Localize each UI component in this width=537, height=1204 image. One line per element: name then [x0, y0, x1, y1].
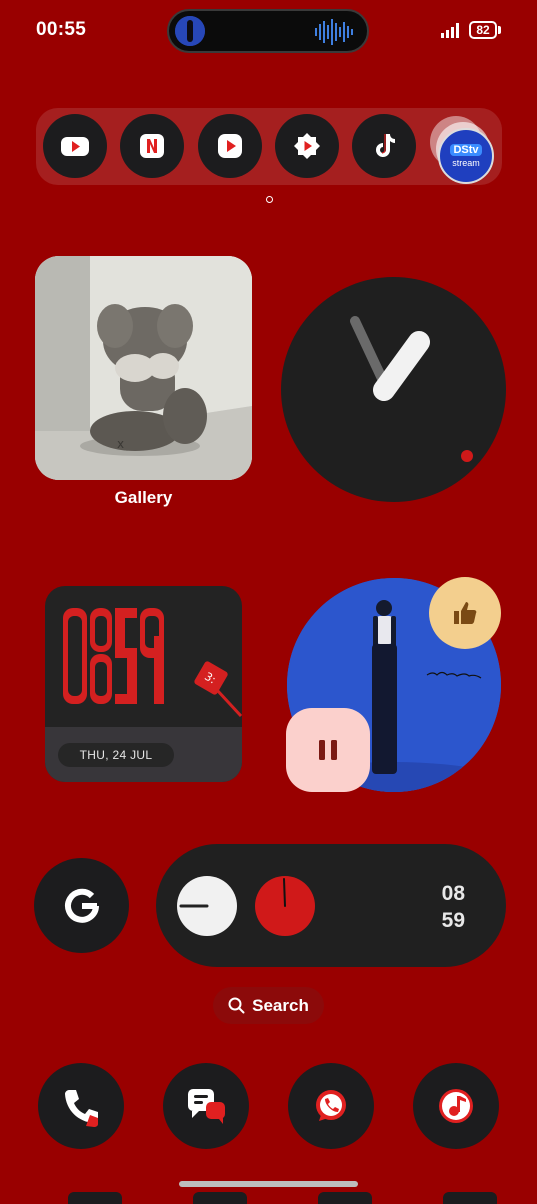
next-page-icon-peek [68, 1192, 122, 1204]
page-indicator [266, 196, 273, 203]
next-page-icon-peek [443, 1192, 497, 1204]
like-button[interactable] [429, 577, 501, 649]
youtube-icon [61, 137, 89, 156]
whatsapp-icon [316, 1090, 346, 1121]
youtube-alt-icon [294, 133, 320, 159]
gallery-photo: x [35, 256, 252, 480]
now-playing-art [175, 16, 205, 46]
next-page-icon-peek [193, 1192, 247, 1204]
clock-hands [350, 316, 473, 462]
minute-dial [177, 876, 237, 936]
music-player-app[interactable] [413, 1063, 499, 1149]
google-app[interactable] [34, 858, 129, 953]
pause-button[interactable] [286, 708, 370, 792]
clock-timer-widget[interactable]: 08 59 [156, 844, 506, 967]
dstv-logo-text: DStv [450, 144, 482, 156]
battery-nub [498, 26, 501, 34]
tiktok-app[interactable] [352, 114, 416, 178]
tiktok-icon [376, 134, 395, 157]
timer-hour: 08 [441, 882, 465, 905]
netflix-app[interactable] [120, 114, 184, 178]
messages-app[interactable] [163, 1063, 249, 1149]
home-indicator[interactable] [179, 1181, 358, 1187]
phone-app[interactable] [38, 1063, 124, 1149]
date-label: THU, 24 JUL [58, 743, 174, 767]
status-time: 00:55 [36, 19, 87, 40]
search-button[interactable]: Search [213, 987, 324, 1024]
dynamic-island[interactable] [167, 9, 369, 53]
gallery-label: Gallery [114, 488, 173, 507]
gallery-widget[interactable]: x [35, 256, 252, 480]
analog-clock-widget[interactable] [281, 277, 506, 502]
messages-icon [188, 1089, 225, 1124]
app-stack-folder[interactable]: DStv stream [430, 114, 496, 184]
search-label: Search [252, 995, 309, 1015]
signal-icon [441, 23, 459, 38]
digital-clock-widget[interactable]: 3: THU, 24 JUL [45, 586, 242, 782]
music-icon [439, 1089, 473, 1123]
youtube-music-app[interactable] [198, 114, 262, 178]
google-icon [64, 888, 99, 923]
timer-minute: 59 [441, 909, 465, 932]
next-page-icon-peek [318, 1192, 372, 1204]
youtube-app[interactable] [43, 114, 107, 178]
svg-text:x: x [117, 437, 124, 451]
minute-hand [179, 904, 209, 908]
youtube-alt-app[interactable] [275, 114, 339, 178]
dstv-stream-icon: DStv stream [438, 128, 494, 184]
youtube-music-icon [218, 134, 242, 158]
whatsapp-app[interactable] [288, 1063, 374, 1149]
hour-dial [255, 876, 315, 936]
phone-icon [65, 1090, 98, 1127]
clock-digits-art: 3: [63, 608, 242, 718]
app-folder-row: DStv stream [36, 108, 502, 185]
audio-wave-icon [315, 19, 353, 45]
dstv-logo-subtext: stream [452, 158, 480, 168]
battery-indicator: 82 [469, 21, 497, 39]
netflix-icon [140, 134, 164, 158]
hour-hand [283, 878, 286, 907]
thumbs-up-icon [454, 602, 477, 624]
timer-time: 08 59 [442, 880, 465, 934]
pause-icon [319, 740, 337, 760]
search-icon [228, 997, 245, 1014]
